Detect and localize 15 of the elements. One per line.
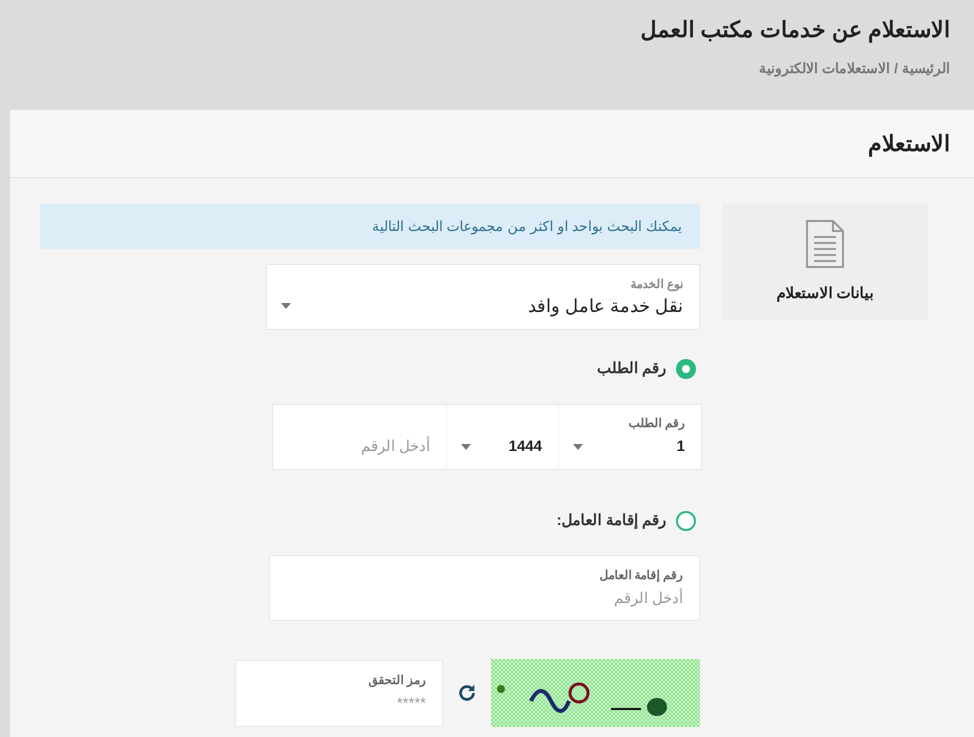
info-message: يمكنك البحث بواحد او اكثر من مجموعات البحث التالية bbox=[40, 204, 700, 249]
radio-label[interactable]: رقم الطلب bbox=[596, 358, 666, 380]
refresh-icon[interactable] bbox=[456, 682, 478, 704]
radio-button[interactable] bbox=[676, 510, 696, 531]
radio-label[interactable]: رقم إقامة العامل: bbox=[556, 510, 666, 532]
side-tab[interactable]: بيانات الاستعلام bbox=[722, 204, 928, 320]
card-title: الاستعلام bbox=[868, 130, 950, 159]
page-title: الاستعلام عن خدمات مكتب العمل bbox=[640, 16, 950, 44]
captcha-field[interactable]: رمز التحقق ***** bbox=[235, 660, 443, 726]
radio-button[interactable] bbox=[676, 359, 696, 380]
document-icon bbox=[805, 218, 845, 269]
breadcrumb-separator: / bbox=[894, 59, 898, 78]
service-type-select[interactable]: نوع الخدمة نقل خدمة عامل وافد bbox=[266, 264, 700, 330]
residence-number-field[interactable]: رقم إقامة العامل أدخل الرقم bbox=[270, 556, 699, 620]
dropdown-caret-icon bbox=[281, 303, 291, 309]
